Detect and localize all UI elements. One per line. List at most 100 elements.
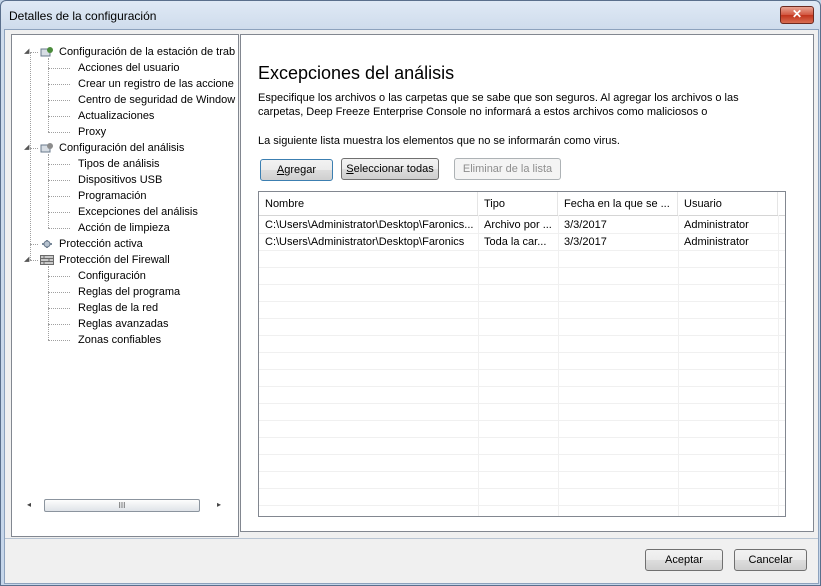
column-header-date[interactable]: Fecha en la que se ... — [558, 192, 678, 215]
tree-item-label: Reglas de la red — [78, 302, 159, 314]
expand-arrow-icon[interactable]: ◢ — [24, 252, 29, 268]
scroll-right-icon[interactable]: ▸ — [212, 497, 226, 512]
tree-item-label: Dispositivos USB — [78, 174, 163, 186]
content-panel: Excepciones del análisis Especifique los… — [240, 34, 814, 532]
window-title: Detalles de la configuración — [9, 9, 157, 23]
cell-type: Toda la car... — [484, 236, 547, 248]
workstation-config-icon — [40, 46, 54, 58]
dialog-client-area: ◢ Configuración de la estación de trab Acc… — [4, 29, 819, 584]
tree-item[interactable]: Zonas confiables — [12, 332, 236, 348]
tree-node-label: Configuración de la estación de trab — [59, 46, 236, 58]
settings-tree-panel: ◢ Configuración de la estación de trab Acc… — [11, 34, 239, 537]
ok-button[interactable]: Aceptar — [645, 549, 723, 571]
tree-item-label: Zonas confiables — [78, 334, 162, 346]
tree-item[interactable]: Reglas de la red — [12, 300, 236, 316]
close-button[interactable]: ✕ — [780, 6, 814, 24]
tree-item-label: Proxy — [78, 126, 107, 138]
expand-arrow-icon[interactable]: ◢ — [24, 44, 29, 60]
remove-from-list-button[interactable]: Eliminar de la lista — [454, 158, 561, 180]
tree-item[interactable]: Actualizaciones — [12, 108, 236, 124]
tree-item-label: Reglas avanzadas — [78, 318, 169, 330]
cell-user: Administrator — [684, 236, 749, 248]
firewall-icon — [40, 254, 54, 266]
cell-name: C:\Users\Administrator\Desktop\Faronics.… — [265, 219, 474, 231]
empty-row — [259, 488, 785, 506]
empty-row — [259, 403, 785, 421]
empty-row — [259, 471, 785, 489]
cell-user: Administrator — [684, 219, 749, 231]
list-header: Nombre Tipo Fecha en la que se ... Usuar… — [259, 192, 785, 216]
scroll-left-icon[interactable]: ◂ — [22, 497, 36, 512]
table-row[interactable]: C:\Users\Administrator\Desktop\Faronics.… — [259, 216, 785, 234]
tree-item-label: Centro de seguridad de Window — [78, 94, 236, 106]
column-header-type[interactable]: Tipo — [478, 192, 558, 215]
page-title: Excepciones del análisis — [258, 63, 455, 83]
tree-node[interactable]: Protección activa — [12, 236, 236, 252]
tree-node-label: Protección activa — [59, 238, 143, 250]
expand-arrow-icon[interactable]: ◢ — [24, 140, 29, 156]
tree-item[interactable]: Proxy — [12, 124, 236, 140]
cell-type: Archivo por ... — [484, 219, 552, 231]
empty-row — [259, 420, 785, 438]
column-header-name[interactable]: Nombre — [259, 192, 478, 215]
empty-row — [259, 335, 785, 353]
tree-item[interactable]: Tipos de análisis — [12, 156, 236, 172]
tree-item-label: Tipos de análisis — [78, 158, 160, 170]
cancel-button[interactable]: Cancelar — [734, 549, 807, 571]
title-bar: Detalles de la configuración ✕ — [1, 1, 820, 29]
select-all-button-label: Seleccionar todas — [346, 163, 434, 175]
tree-item[interactable]: Reglas avanzadas — [12, 316, 236, 332]
tree-item-label: Reglas del programa — [78, 286, 181, 298]
settings-tree: ◢ Configuración de la estación de trab Acc… — [12, 35, 236, 493]
ok-button-label: Aceptar — [665, 554, 703, 566]
empty-row — [259, 284, 785, 302]
scroll-thumb[interactable]: III — [44, 499, 200, 512]
tree-item-label: Actualizaciones — [78, 110, 155, 122]
tree-item-label: Acción de limpieza — [78, 222, 170, 234]
page-description: Especifique los archivos o las carpetas … — [258, 92, 739, 118]
tree-item-label: Crear un registro de las accione — [78, 78, 234, 90]
footer-separator — [5, 538, 818, 539]
tree-item[interactable]: Programación — [12, 188, 236, 204]
tree-item[interactable]: Reglas del programa — [12, 284, 236, 300]
empty-row — [259, 267, 785, 285]
tree-item[interactable]: Crear un registro de las accione — [12, 76, 236, 92]
remove-button-label: Eliminar de la lista — [462, 163, 553, 175]
add-button[interactable]: Agregar — [260, 159, 333, 181]
exceptions-list[interactable]: Nombre Tipo Fecha en la que se ... Usuar… — [258, 191, 786, 517]
tree-node[interactable]: ◢ Protección del Firewall — [12, 252, 236, 268]
tree-item-label: Acciones del usuario — [78, 62, 180, 74]
empty-row — [259, 318, 785, 336]
tree-item[interactable]: Centro de seguridad de Window — [12, 92, 236, 108]
empty-row — [259, 369, 785, 387]
tree-item[interactable]: Dispositivos USB — [12, 172, 236, 188]
column-header-user[interactable]: Usuario — [678, 192, 778, 215]
tree-item[interactable]: Acciones del usuario — [12, 60, 236, 76]
settings-dialog: Detalles de la configuración ✕ ◢ Configur… — [0, 0, 821, 586]
add-button-label: Agregar — [276, 164, 317, 176]
tree-node[interactable]: ◢ Configuración de la estación de trab — [12, 44, 236, 60]
empty-row — [259, 454, 785, 472]
empty-row — [259, 250, 785, 268]
empty-row — [259, 301, 785, 319]
tree-item[interactable]: Acción de limpieza — [12, 220, 236, 236]
tree-node[interactable]: ◢ Configuración del análisis — [12, 140, 236, 156]
tree-item[interactable]: Configuración — [12, 268, 236, 284]
tree-horizontal-scrollbar[interactable]: ◂ III ▸ — [22, 497, 226, 512]
cell-date: 3/3/2017 — [564, 219, 607, 231]
empty-row — [259, 437, 785, 455]
tree-node-label: Configuración del análisis — [59, 142, 185, 154]
tree-item-label: Configuración — [78, 270, 146, 282]
tree-item-label: Programación — [78, 190, 147, 202]
tree-item-label: Excepciones del análisis — [78, 206, 198, 218]
select-all-button[interactable]: Seleccionar todas — [341, 158, 439, 180]
cell-date: 3/3/2017 — [564, 236, 607, 248]
table-row[interactable]: C:\Users\Administrator\Desktop\Faronics T… — [259, 233, 785, 251]
tree-item[interactable]: Excepciones del análisis — [12, 204, 236, 220]
active-protection-icon — [40, 238, 54, 250]
cancel-button-label: Cancelar — [748, 554, 793, 566]
empty-row — [259, 386, 785, 404]
scan-config-icon — [40, 142, 54, 154]
cell-name: C:\Users\Administrator\Desktop\Faronics — [265, 236, 465, 248]
list-info-text: La siguiente lista muestra los elementos… — [258, 135, 620, 147]
